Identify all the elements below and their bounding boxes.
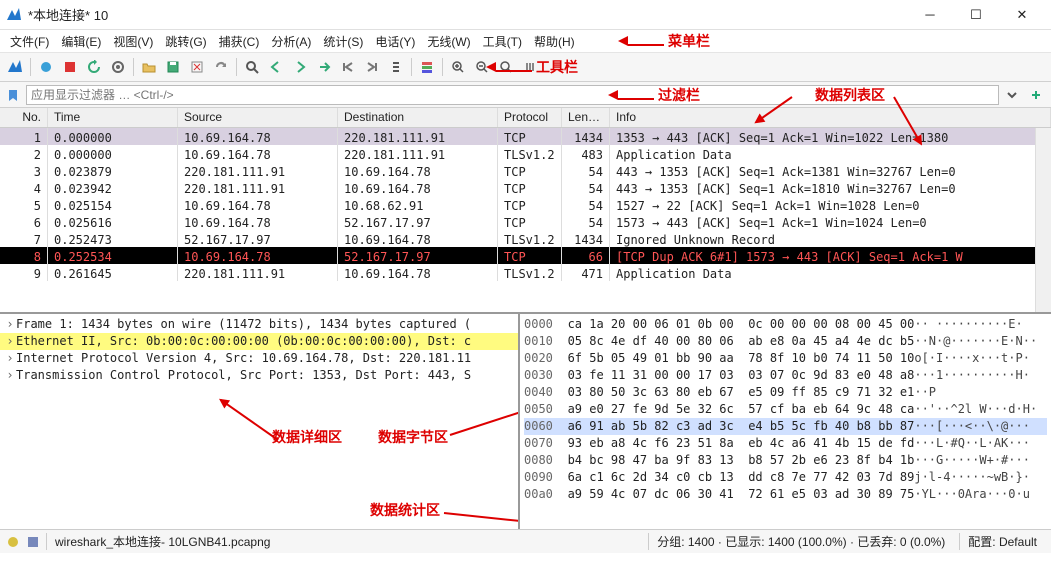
menu-telephony[interactable]: 电话(Y) [369,33,421,51]
packet-row[interactable]: 20.00000010.69.164.78220.181.111.91TLSv1… [0,145,1051,162]
col-info[interactable]: Info [610,108,1051,127]
status-packets: 分组: 1400 · 已显示: 1400 (100.0%) · 已丢弃: 0 (… [648,533,953,550]
colorize-button[interactable] [416,56,438,78]
packet-row[interactable]: 10.00000010.69.164.78220.181.111.91TCP14… [0,128,1051,145]
detail-line[interactable]: ›Ethernet II, Src: 0b:00:0c:00:00:00 (0b… [0,333,518,350]
status-profile[interactable]: 配置: Default [959,533,1045,550]
stop-capture-button[interactable] [59,56,81,78]
first-packet-button[interactable] [337,56,359,78]
maximize-button[interactable]: ☐ [953,0,999,30]
shark-icon[interactable] [4,56,26,78]
menu-bar: 文件(F)编辑(E)视图(V)跳转(G)捕获(C)分析(A)统计(S)电话(Y)… [0,30,1051,52]
hex-row[interactable]: 0060a6 91 ab 5b 82 c3 ad 3c e4 b5 5c fb … [524,418,1047,435]
menu-view[interactable]: 视图(V) [107,33,159,51]
display-filter-input[interactable] [26,85,999,105]
packet-row[interactable]: 80.25253410.69.164.7852.167.17.97TCP66[T… [0,247,1051,264]
zoom-out-button[interactable] [471,56,493,78]
save-button[interactable] [162,56,184,78]
detail-line[interactable]: ›Frame 1: 1434 bytes on wire (11472 bits… [0,316,518,333]
packet-row[interactable]: 40.023942220.181.111.9110.69.164.78TCP54… [0,179,1051,196]
zoom-in-button[interactable] [447,56,469,78]
minimize-button[interactable]: ─ [907,0,953,30]
reload-button[interactable] [210,56,232,78]
hex-row[interactable]: 00a0a9 59 4c 07 dc 06 30 41 72 61 e5 03 … [524,486,1047,503]
col-no[interactable]: No. [0,108,48,127]
col-length[interactable]: Length [562,108,610,127]
hex-row[interactable]: 00906a c1 6c 2d 34 c0 cb 13 dd c8 7e 77 … [524,469,1047,486]
scrollbar[interactable] [1035,128,1051,312]
annotation-toolbar: 工具栏 [536,57,578,77]
close-file-button[interactable] [186,56,208,78]
open-file-button[interactable] [138,56,160,78]
hex-row[interactable]: 0000ca 1a 20 00 06 01 0b 00 0c 00 00 00 … [524,316,1047,333]
app-icon [6,7,22,23]
annotation-bytes: 数据字节区 [378,429,448,446]
capture-file-icon [26,535,40,549]
menu-help[interactable]: 帮助(H) [528,33,581,51]
hex-row[interactable]: 0080b4 bc 98 47 ba 9f 83 13 b8 57 2b e6 … [524,452,1047,469]
packet-row[interactable]: 70.25247352.167.17.9710.69.164.78TLSv1.2… [0,230,1051,247]
packet-row[interactable]: 60.02561610.69.164.7852.167.17.97TCP5415… [0,213,1051,230]
annotation-stats: 数据统计区 [370,502,440,519]
goto-button[interactable] [313,56,335,78]
zoom-reset-button[interactable] [495,56,517,78]
hex-row[interactable]: 003003 fe 11 31 00 00 17 03 03 07 0c 9d … [524,367,1047,384]
packet-row[interactable]: 30.023879220.181.111.9110.69.164.78TCP54… [0,162,1051,179]
detail-line[interactable]: ›Transmission Control Protocol, Src Port… [0,367,518,384]
expert-info-icon[interactable] [6,535,20,549]
packet-list-header[interactable]: No. Time Source Destination Protocol Len… [0,108,1051,128]
menu-analyze[interactable]: 分析(A) [265,33,317,51]
filter-expression-button[interactable] [1025,84,1047,106]
status-file: wireshark_本地连接- 10LGNB41.pcapng [46,533,642,550]
status-bar: wireshark_本地连接- 10LGNB41.pcapng 分组: 1400… [0,529,1051,553]
col-source[interactable]: Source [178,108,338,127]
toolbar: 工具栏 [0,52,1051,82]
bookmark-icon[interactable] [4,86,22,104]
hex-row[interactable]: 001005 8c 4e df 40 00 80 06 ab e8 0a 45 … [524,333,1047,350]
packet-details-pane[interactable]: ›Frame 1: 1434 bytes on wire (11472 bits… [0,314,520,529]
menu-statistics[interactable]: 统计(S) [317,33,369,51]
window-title: *本地连接* 10 [28,5,907,24]
annotation-menubar: 菜单栏 [668,31,710,51]
title-bar: *本地连接* 10 ─ ☐ ✕ [0,0,1051,30]
find-button[interactable] [241,56,263,78]
menu-edit[interactable]: 编辑(E) [55,33,107,51]
start-capture-button[interactable] [35,56,57,78]
last-packet-button[interactable] [361,56,383,78]
auto-scroll-button[interactable] [385,56,407,78]
close-button[interactable]: ✕ [999,0,1045,30]
menu-go[interactable]: 跳转(G) [159,33,212,51]
packet-list-pane: No. Time Source Destination Protocol Len… [0,108,1051,314]
annotation-details: 数据详细区 [272,429,342,446]
menu-wireless[interactable]: 无线(W) [421,33,476,51]
hex-row[interactable]: 004003 80 50 3c 63 80 eb 67 e5 09 ff 85 … [524,384,1047,401]
detail-line[interactable]: ›Internet Protocol Version 4, Src: 10.69… [0,350,518,367]
menu-capture[interactable]: 捕获(C) [213,33,266,51]
menu-tools[interactable]: 工具(T) [477,33,528,51]
hex-row[interactable]: 007093 eb a8 4c f6 23 51 8a eb 4c a6 41 … [524,435,1047,452]
packet-row[interactable]: 50.02515410.69.164.7810.68.62.91TCP54152… [0,196,1051,213]
hex-row[interactable]: 0050a9 e0 27 fe 9d 5e 32 6c 57 cf ba eb … [524,401,1047,418]
col-time[interactable]: Time [48,108,178,127]
go-forward-button[interactable] [289,56,311,78]
col-destination[interactable]: Destination [338,108,498,127]
resize-columns-button[interactable] [519,56,541,78]
col-protocol[interactable]: Protocol [498,108,562,127]
restart-capture-button[interactable] [83,56,105,78]
packet-row[interactable]: 90.261645220.181.111.9110.69.164.78TLSv1… [0,264,1051,281]
filter-bar: 过滤栏 数据列表区 [0,82,1051,108]
packet-bytes-pane[interactable]: 0000ca 1a 20 00 06 01 0b 00 0c 00 00 00 … [520,314,1051,529]
menu-file[interactable]: 文件(F) [4,33,55,51]
hex-row[interactable]: 00206f 5b 05 49 01 bb 90 aa 78 8f 10 b0 … [524,350,1047,367]
go-back-button[interactable] [265,56,287,78]
packet-list-body[interactable]: 10.00000010.69.164.78220.181.111.91TCP14… [0,128,1051,312]
filter-dropdown-button[interactable] [1001,84,1023,106]
capture-options-button[interactable] [107,56,129,78]
